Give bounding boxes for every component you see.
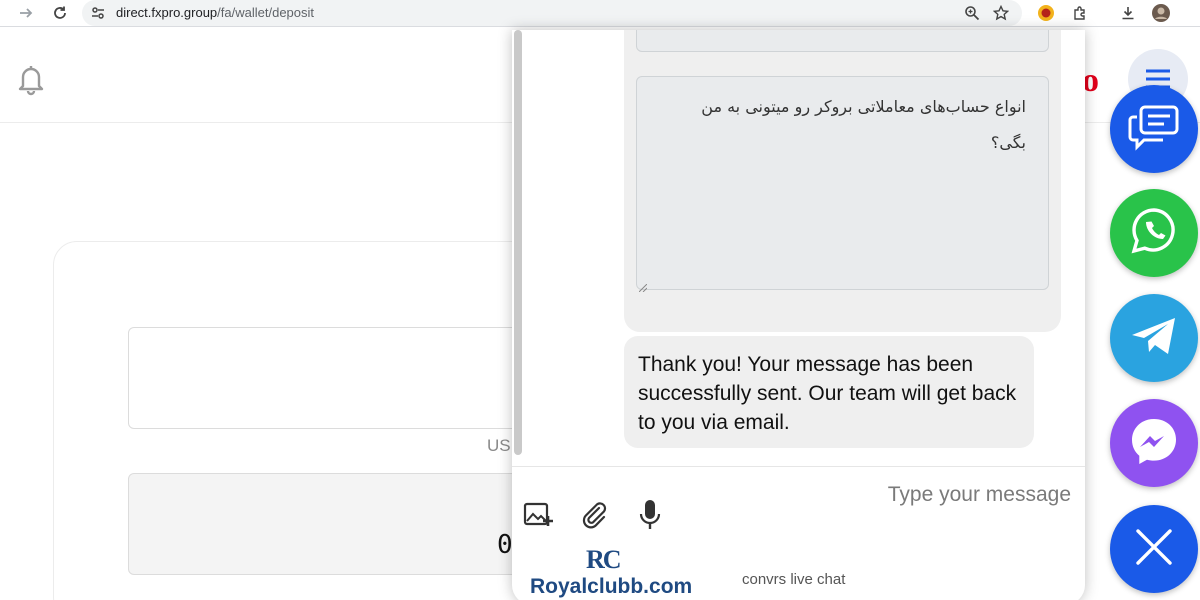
microphone-icon[interactable] <box>632 497 668 533</box>
form-textarea-question[interactable]: انواع حساب‌های معاملاتی بروکر رو میتونی … <box>636 76 1049 293</box>
messenger-icon <box>1126 413 1182 474</box>
reply-text: Thank you! Your message has been success… <box>638 353 1017 434</box>
reply-message-bubble: Thank you! Your message has been success… <box>624 336 1034 448</box>
chat-bubbles-icon <box>1127 103 1181 156</box>
extension-icon[interactable] <box>1036 3 1056 23</box>
close-chat-button[interactable] <box>1110 505 1198 593</box>
chat-messages[interactable]: انواع حساب‌های معاملاتی بروکر رو میتونی … <box>512 30 1085 466</box>
browser-toolbar: direct.fxpro.group/fa/wallet/deposit <box>0 0 1200 27</box>
amount-field[interactable] <box>128 473 548 575</box>
address-bar[interactable]: direct.fxpro.group/fa/wallet/deposit <box>82 0 1022 26</box>
notification-bell-icon[interactable] <box>14 62 48 101</box>
bookmark-star-icon[interactable] <box>991 3 1011 23</box>
question-text: انواع حساب‌های معاملاتی بروکر رو میتونی … <box>701 97 1026 152</box>
rc-logo-text: Royalclubb.com <box>530 575 693 598</box>
telegram-button[interactable] <box>1110 294 1198 382</box>
whatsapp-button[interactable] <box>1110 189 1198 277</box>
download-icon[interactable] <box>1118 3 1138 23</box>
chat-widget: انواع حساب‌های معاملاتی بروکر رو میتونی … <box>512 30 1085 600</box>
puzzle-icon[interactable] <box>1070 3 1090 23</box>
attach-icon[interactable] <box>576 497 612 533</box>
url-text: direct.fxpro.group/fa/wallet/deposit <box>116 5 315 20</box>
rc-logo-mark: RC <box>586 545 622 574</box>
currency-label: US <box>487 436 511 455</box>
add-image-icon[interactable] <box>520 497 556 533</box>
live-chat-button[interactable] <box>1110 85 1198 173</box>
deposit-input-field[interactable] <box>128 327 548 429</box>
chat-scrollbar[interactable] <box>514 30 522 455</box>
zoom-icon[interactable] <box>962 3 982 23</box>
amount-value: 0 <box>497 530 513 560</box>
telegram-icon <box>1129 314 1179 363</box>
message-input[interactable]: Type your message <box>888 483 1071 507</box>
resize-grip-icon[interactable] <box>638 279 648 293</box>
reload-icon[interactable] <box>50 3 70 23</box>
close-icon <box>1134 527 1174 572</box>
profile-avatar[interactable] <box>1151 3 1171 23</box>
whatsapp-icon <box>1128 205 1180 262</box>
messenger-button[interactable] <box>1110 399 1198 487</box>
royalclubb-watermark: RC Royalclubb.com <box>530 545 700 600</box>
form-textarea-previous[interactable] <box>636 30 1049 52</box>
site-settings-icon[interactable] <box>88 3 108 23</box>
forward-icon[interactable] <box>16 3 36 23</box>
chat-composer: Type your message RC Royalclubb.com conv… <box>512 466 1085 600</box>
powered-by-label[interactable]: convrs live chat <box>742 571 845 588</box>
